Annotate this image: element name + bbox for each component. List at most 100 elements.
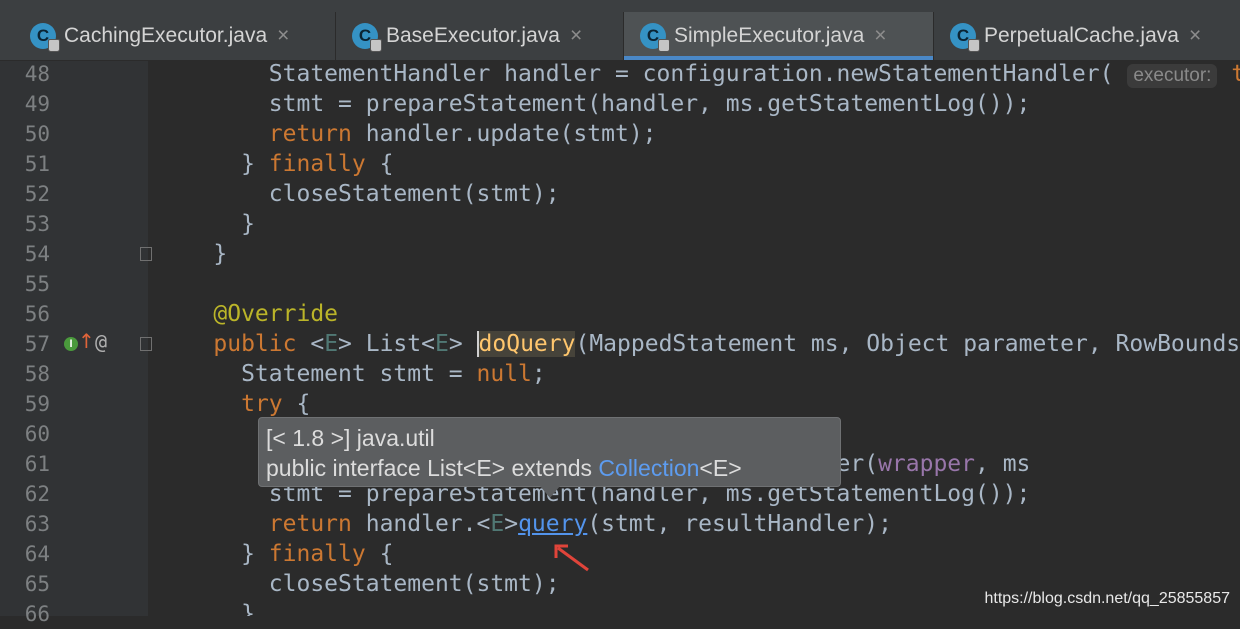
line-number-gutter[interactable]: I ↑ @ 48 49 50 51 52 53 54 55 56 57 58 59 60 61 62 63 64… bbox=[0, 59, 152, 626]
tab-label: PerpetualCache.java bbox=[984, 24, 1179, 47]
line-number[interactable]: 53 bbox=[0, 209, 50, 239]
close-icon[interactable]: × bbox=[874, 24, 886, 48]
code-token: handler.< bbox=[351, 511, 491, 537]
code-line[interactable]: return handler.update(stmt); bbox=[158, 119, 657, 149]
close-icon[interactable]: × bbox=[1189, 24, 1201, 48]
up-arrow-icon[interactable]: ↑ bbox=[78, 327, 95, 355]
tooltip-pointer bbox=[540, 486, 560, 498]
line-number[interactable]: 48 bbox=[0, 59, 50, 89]
collection-link[interactable]: Collection bbox=[598, 455, 699, 481]
implements-icon[interactable]: I bbox=[64, 337, 78, 351]
line-number[interactable]: 55 bbox=[0, 269, 50, 299]
line-number[interactable]: 60 bbox=[0, 419, 50, 449]
code-token: @Override bbox=[213, 301, 339, 327]
code-token: StatementHandler handler = configuration… bbox=[158, 61, 1128, 87]
code-token: < bbox=[296, 331, 325, 357]
code-token: handler.update(stmt); bbox=[351, 121, 657, 147]
tooltip-signature-prefix: public interface List<E> extends bbox=[266, 455, 599, 481]
code-line[interactable]: public <E> List<E> doQuery(MappedStateme… bbox=[158, 329, 1240, 359]
code-token: closeStatement(stmt); bbox=[158, 571, 560, 597]
line-number[interactable]: 65 bbox=[0, 569, 50, 599]
line-number[interactable]: 57 bbox=[0, 329, 50, 359]
line-number[interactable]: 52 bbox=[0, 179, 50, 209]
tooltip-package-line: [< 1.8 >] java.util bbox=[266, 425, 435, 451]
editor-tab-bar: C CachingExecutor.java × C BaseExecutor.… bbox=[0, 0, 1240, 61]
line-number[interactable]: 61 bbox=[0, 449, 50, 479]
close-icon[interactable]: × bbox=[277, 24, 289, 48]
tab-caching-executor[interactable]: C CachingExecutor.java × bbox=[14, 12, 336, 60]
line-number[interactable]: 54 bbox=[0, 239, 50, 269]
annotation-marker-icon[interactable]: @ bbox=[95, 328, 107, 356]
tooltip-signature-suffix: <E> bbox=[699, 455, 742, 481]
tooltip-signature-line: public interface List<E> extends Collect… bbox=[266, 453, 833, 483]
code-token: public bbox=[213, 331, 297, 357]
code-token: , ms bbox=[975, 451, 1031, 477]
code-line[interactable]: try { bbox=[158, 389, 310, 419]
line-number[interactable]: 50 bbox=[0, 119, 50, 149]
code-token: { bbox=[365, 541, 394, 567]
code-token: ; bbox=[531, 361, 546, 387]
code-line[interactable]: closeStatement(stmt); bbox=[158, 569, 560, 599]
code-line[interactable]: @Override bbox=[158, 299, 338, 329]
line-number[interactable]: 62 bbox=[0, 479, 50, 509]
class-icon: C bbox=[640, 23, 670, 52]
query-method-link[interactable]: query bbox=[518, 511, 587, 537]
tab-simple-executor[interactable]: C SimpleExecutor.java × bbox=[624, 12, 934, 60]
code-line[interactable]: } finally { bbox=[158, 539, 393, 569]
code-token: (MappedStatement ms, Object parameter, R… bbox=[575, 331, 1240, 357]
class-icon: C bbox=[30, 23, 60, 52]
code-token: > bbox=[504, 511, 519, 537]
watermark-url: https://blog.csdn.net/qq_25855857 bbox=[984, 590, 1230, 607]
code-token: null bbox=[476, 361, 532, 387]
line-number[interactable]: 51 bbox=[0, 149, 50, 179]
code-token: closeStatement(stmt); bbox=[158, 181, 560, 207]
code-token: wrapper bbox=[878, 451, 975, 477]
code-token: } bbox=[158, 541, 269, 567]
code-token: th bbox=[1231, 61, 1240, 87]
code-line[interactable]: StatementHandler handler = configuration… bbox=[158, 61, 1240, 89]
quick-documentation-tooltip: [< 1.8 >] java.util public interface Lis… bbox=[258, 417, 841, 487]
code-line[interactable]: } bbox=[158, 599, 255, 616]
line-number[interactable]: 64 bbox=[0, 539, 50, 569]
tab-label: CachingExecutor.java bbox=[64, 24, 268, 47]
code-token: > bbox=[448, 331, 477, 357]
code-token: E bbox=[490, 511, 505, 537]
code-token: } bbox=[158, 211, 255, 237]
line-number[interactable]: 49 bbox=[0, 89, 50, 119]
highlighted-method-name: doQuery bbox=[476, 331, 576, 357]
code-line[interactable]: } bbox=[158, 239, 227, 269]
code-token: Statement stmt = bbox=[158, 361, 477, 387]
code-line[interactable]: return handler.<E>query(stmt, resultHand… bbox=[158, 509, 892, 539]
code-line[interactable]: stmt = prepareStatement(handler, ms.getS… bbox=[158, 89, 1031, 119]
code-token: > List< bbox=[338, 331, 435, 357]
code-line[interactable]: } bbox=[158, 209, 255, 239]
tab-perpetual-cache[interactable]: C PerpetualCache.java × bbox=[934, 12, 1240, 60]
code-token: (stmt, resultHandler); bbox=[587, 511, 892, 537]
tab-base-executor[interactable]: C BaseExecutor.java × bbox=[336, 12, 624, 60]
code-line[interactable]: Statement stmt = null; bbox=[158, 359, 546, 389]
line-number[interactable]: 58 bbox=[0, 359, 50, 389]
code-token: E bbox=[324, 331, 339, 357]
line-number[interactable]: 59 bbox=[0, 389, 50, 419]
code-token: finally bbox=[268, 541, 366, 567]
tab-label: BaseExecutor.java bbox=[386, 24, 560, 47]
code-line[interactable]: } finally { bbox=[158, 149, 393, 179]
line-number[interactable]: 56 bbox=[0, 299, 50, 329]
close-icon[interactable]: × bbox=[570, 24, 582, 48]
line-number[interactable]: 66 bbox=[0, 599, 50, 629]
code-editor[interactable]: StatementHandler handler = configuration… bbox=[148, 61, 1240, 616]
code-token: stmt = prepareStatement(handler, ms.getS… bbox=[158, 91, 1031, 117]
code-token: { bbox=[282, 391, 311, 417]
code-token: } bbox=[158, 241, 228, 267]
annotation-arrow-icon bbox=[554, 544, 589, 572]
parameter-hint: executor: bbox=[1127, 64, 1218, 88]
code-token: return bbox=[268, 121, 352, 147]
line-number[interactable]: 63 bbox=[0, 509, 50, 539]
class-icon: C bbox=[950, 23, 980, 52]
code-line[interactable]: closeStatement(stmt); bbox=[158, 179, 560, 209]
